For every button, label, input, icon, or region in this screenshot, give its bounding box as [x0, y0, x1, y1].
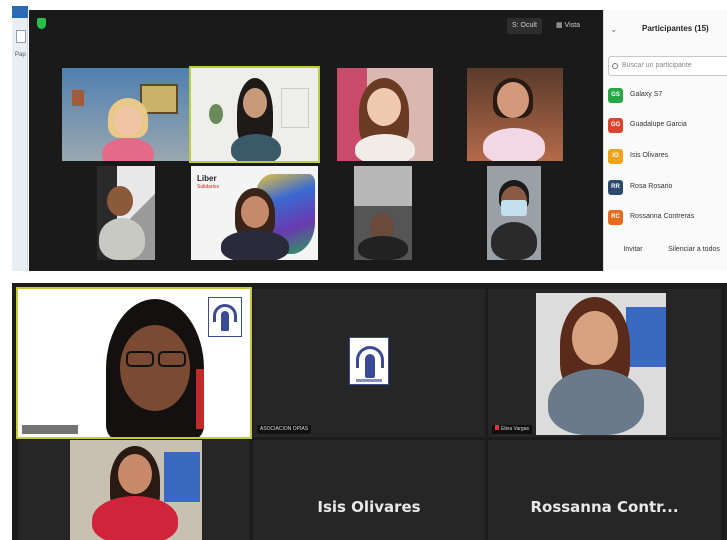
- zoom-gallery-screenshot: Pap S: Ocult ▦ Vista Liber Sulidarios ⌄ …: [12, 6, 727, 271]
- video-tile-active-speaker[interactable]: [189, 66, 320, 163]
- gallery-view-button[interactable]: ▦ Vista: [551, 18, 585, 34]
- document-icon: [16, 30, 26, 43]
- video-tile[interactable]: [487, 166, 541, 260]
- muted-icon: [495, 425, 499, 430]
- video-tile[interactable]: [337, 68, 433, 161]
- avatar: RR: [608, 180, 623, 195]
- zoom-gallery-screenshot-2: ASOCIACION OPIAS Elina Vargas Isis Oliva…: [12, 283, 727, 540]
- avatar: IO: [608, 149, 623, 164]
- name-tag: ASOCIACION OPIAS: [257, 425, 312, 434]
- video-gallery: S: Ocult ▦ Vista Liber Sulidarios: [29, 10, 603, 271]
- video-tile-active-speaker[interactable]: [16, 287, 252, 439]
- participant-display-name: Isis Olivares: [317, 498, 421, 516]
- name-tag: [22, 425, 78, 434]
- search-placeholder: Buscar un participante: [622, 62, 692, 69]
- speaker-view-button[interactable]: S: Ocult: [507, 18, 542, 34]
- participant-row[interactable]: GS Galaxy S7: [608, 88, 726, 106]
- shield-icon: [37, 18, 46, 29]
- avatar: RC: [608, 210, 623, 225]
- participant-name: Galaxy S7: [630, 91, 663, 98]
- video-tile-camera-off[interactable]: Isis Olivares: [253, 440, 485, 540]
- participant-name: Rosa Rosario: [630, 183, 673, 190]
- participant-row[interactable]: IO Isis Olivares: [608, 149, 726, 167]
- video-tile[interactable]: [62, 68, 189, 161]
- panel-title: Participantes (15): [642, 24, 709, 33]
- search-icon: [612, 63, 618, 69]
- mute-all-button[interactable]: Silenciar a todos: [664, 242, 724, 258]
- participant-name: Rossanna Contreras: [630, 213, 695, 220]
- video-tile[interactable]: Liber Sulidarios: [191, 166, 318, 260]
- video-tile[interactable]: [97, 166, 155, 260]
- tile-sublabel: Sulidarios: [197, 184, 219, 190]
- participant-row[interactable]: RC Rossanna Contreras: [608, 210, 726, 228]
- video-tile[interactable]: ASOCIACION OPIAS: [253, 289, 485, 437]
- video-tile[interactable]: [18, 440, 250, 540]
- participant-row[interactable]: GG Guadalupe Garcia: [608, 118, 726, 136]
- video-tile[interactable]: Elina Vargas: [488, 289, 721, 437]
- desktop-edge-strip: Pap: [12, 6, 28, 271]
- collapse-chevron-icon[interactable]: ⌄: [610, 24, 618, 35]
- video-tile[interactable]: [467, 68, 563, 161]
- invite-button[interactable]: Invitar: [618, 242, 648, 258]
- avatar: GS: [608, 88, 623, 103]
- organization-logo: [349, 337, 389, 385]
- name-tag-text: Elina Vargas: [501, 426, 529, 432]
- organization-logo: [208, 297, 242, 337]
- participant-row[interactable]: RR Rosa Rosario: [608, 180, 726, 198]
- participants-panel: ⌄ Participantes (15) Buscar un participa…: [603, 10, 727, 271]
- name-tag: Elina Vargas: [492, 425, 532, 434]
- video-tile-camera-off[interactable]: Rossanna Contr...: [488, 440, 721, 540]
- participant-search-input[interactable]: Buscar un participante: [608, 56, 727, 76]
- window-title-strip: [12, 6, 28, 18]
- participant-name: Isis Olivares: [630, 152, 669, 159]
- participant-name: Guadalupe Garcia: [630, 121, 687, 128]
- tile-label: Liber: [197, 174, 217, 183]
- video-tile[interactable]: [354, 166, 412, 260]
- participant-display-name: Rossanna Contr...: [530, 498, 679, 516]
- edge-label: Pap: [15, 52, 26, 58]
- avatar: GG: [608, 118, 623, 133]
